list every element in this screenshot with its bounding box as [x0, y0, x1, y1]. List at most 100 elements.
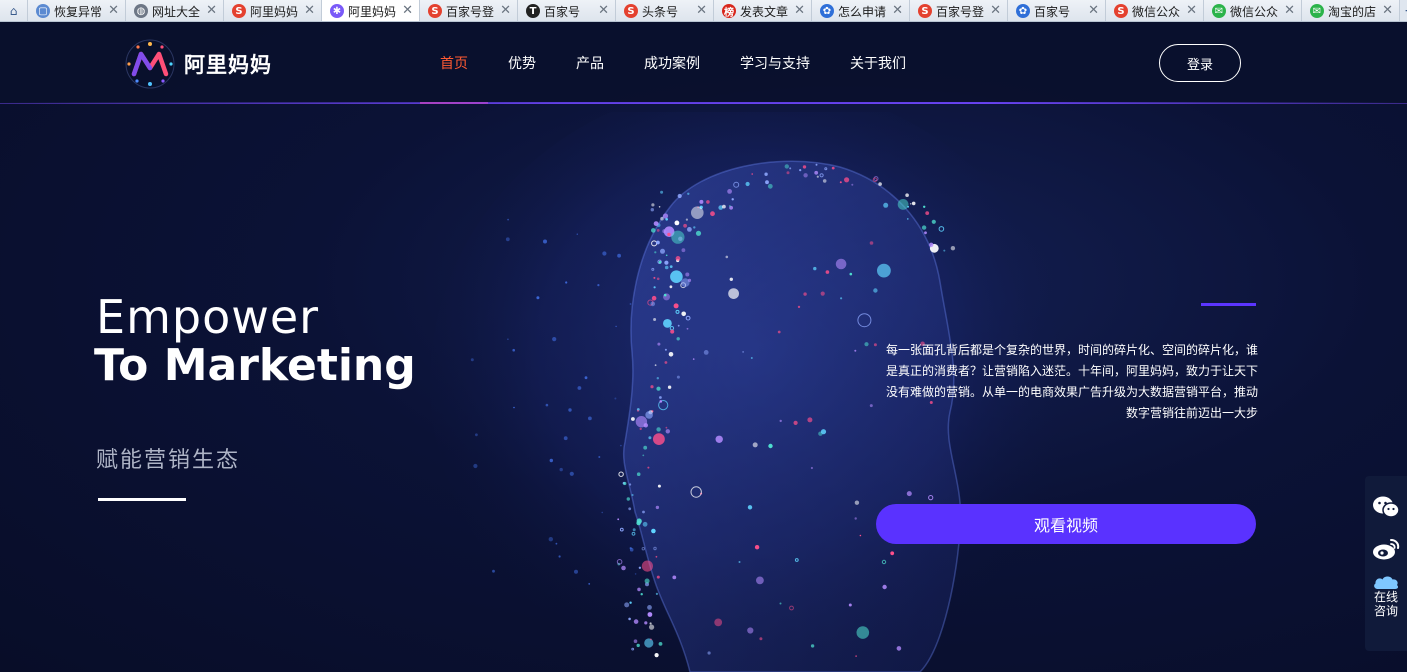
particle — [699, 199, 704, 204]
close-icon[interactable]: ✕ — [990, 3, 1001, 18]
particle — [869, 241, 874, 245]
particle — [647, 605, 652, 610]
close-icon[interactable]: ✕ — [598, 3, 609, 18]
particle — [636, 643, 640, 648]
baidu-paw-icon: ✿ — [1016, 4, 1030, 18]
close-icon[interactable]: ✕ — [304, 3, 315, 18]
browser-tab[interactable]: S 百家号登 ✕ — [910, 0, 1008, 21]
close-icon[interactable]: ✕ — [892, 3, 903, 18]
close-icon[interactable]: ✕ — [1284, 3, 1295, 18]
sidebar-wechat[interactable] — [1365, 486, 1407, 528]
browser-tab[interactable]: S 百家号登 ✕ — [420, 0, 518, 21]
particle — [897, 199, 909, 210]
watch-video-button[interactable]: 观看视频 — [876, 504, 1256, 544]
particle — [820, 429, 827, 435]
particle — [672, 575, 677, 580]
particle — [911, 201, 916, 206]
particle — [685, 272, 690, 277]
browser-tab[interactable]: 榜发表文章 ✕ — [714, 0, 812, 21]
particle — [714, 618, 723, 627]
particle — [807, 417, 813, 423]
particle — [813, 266, 817, 271]
tab-label: 淘宝的店 — [1328, 4, 1376, 19]
site-logo[interactable]: 阿里妈妈 — [124, 38, 272, 90]
particle — [855, 655, 857, 657]
nav-item[interactable]: 产品 — [556, 22, 624, 104]
login-button[interactable]: 登录 — [1159, 44, 1241, 82]
particle — [727, 189, 732, 194]
browser-tab[interactable]: ✉ 淘宝的店 ✕ — [1302, 0, 1400, 21]
particle — [722, 204, 726, 209]
particle — [665, 429, 670, 434]
particle — [658, 642, 663, 646]
particle — [659, 396, 662, 399]
particle — [825, 270, 830, 274]
weibo-icon — [1373, 539, 1400, 560]
particle — [873, 343, 877, 347]
particle — [653, 276, 656, 279]
particle — [507, 338, 509, 340]
tab-scroll-left[interactable]: ⌂ — [0, 0, 28, 21]
particle — [799, 169, 802, 172]
particle — [584, 376, 588, 380]
nav-item[interactable]: 成功案例 — [624, 22, 720, 104]
particle — [669, 265, 673, 268]
tab-label: 头条号 — [642, 4, 679, 19]
sidebar-weibo[interactable] — [1365, 528, 1407, 570]
browser-tab[interactable]: T 百家号 ✕ — [518, 0, 616, 21]
particle — [639, 427, 642, 431]
particle — [859, 534, 862, 537]
particle — [649, 624, 655, 630]
close-icon[interactable]: ✕ — [206, 3, 217, 18]
close-icon[interactable]: ✕ — [1382, 3, 1393, 18]
browser-tab[interactable]: ▢ 恢复异常 ✕ — [28, 0, 126, 21]
particle — [854, 500, 860, 505]
particle — [738, 561, 741, 563]
particle — [840, 297, 843, 300]
particle — [677, 324, 680, 327]
particle — [877, 263, 891, 278]
particle — [631, 417, 635, 421]
close-icon[interactable]: ✕ — [1088, 3, 1099, 18]
browser-tab[interactable]: ✿ 百家号 ✕ — [1008, 0, 1106, 21]
particle — [552, 337, 557, 342]
close-icon[interactable]: ✕ — [500, 3, 511, 18]
tab-label: 微信公众 — [1230, 4, 1278, 19]
particle — [623, 481, 627, 486]
browser-tab[interactable]: S 头条号 ✕ — [616, 0, 714, 21]
close-icon[interactable]: ✕ — [794, 3, 805, 18]
online-chat-label: 在线咨询 — [1373, 590, 1398, 618]
particle — [747, 627, 754, 634]
close-icon[interactable]: ✕ — [402, 3, 413, 18]
browser-tab[interactable]: S 微信公众 ✕ — [1106, 0, 1204, 21]
particle — [677, 193, 682, 199]
nav-item[interactable]: 关于我们 — [830, 22, 926, 104]
browser-tab[interactable]: ◍ 网址大全 ✕ — [126, 0, 224, 21]
close-icon[interactable]: ✕ — [696, 3, 707, 18]
nav-item[interactable]: 首页 — [420, 22, 488, 104]
browser-tab[interactable]: ✱ 阿里妈妈 ✕ — [322, 0, 420, 21]
particle — [513, 406, 515, 409]
particle — [633, 619, 639, 624]
particle — [803, 173, 808, 178]
particle — [475, 433, 478, 437]
particle — [620, 444, 622, 447]
new-tab-button[interactable]: + — [1400, 0, 1407, 21]
particle — [707, 651, 711, 655]
particle — [512, 348, 515, 352]
particle — [816, 175, 819, 178]
close-icon[interactable]: ✕ — [1186, 3, 1197, 18]
browser-tab[interactable]: ✉ 微信公众 ✕ — [1204, 0, 1302, 21]
browser-tab[interactable]: ✿ 怎么申请 ✕ — [812, 0, 910, 21]
nav-item[interactable]: 优势 — [488, 22, 556, 104]
particle — [793, 420, 798, 425]
particle — [545, 403, 549, 407]
nav-item[interactable]: 学习与支持 — [720, 22, 830, 104]
particle — [636, 518, 642, 524]
browser-tab[interactable]: S 阿里妈妈 ✕ — [224, 0, 322, 21]
chat-cloud-icon — [1374, 576, 1399, 589]
close-icon[interactable]: ✕ — [108, 3, 119, 18]
sidebar-online-chat[interactable]: 在线咨询 — [1365, 570, 1407, 618]
particle — [695, 230, 702, 236]
particle — [659, 400, 663, 403]
